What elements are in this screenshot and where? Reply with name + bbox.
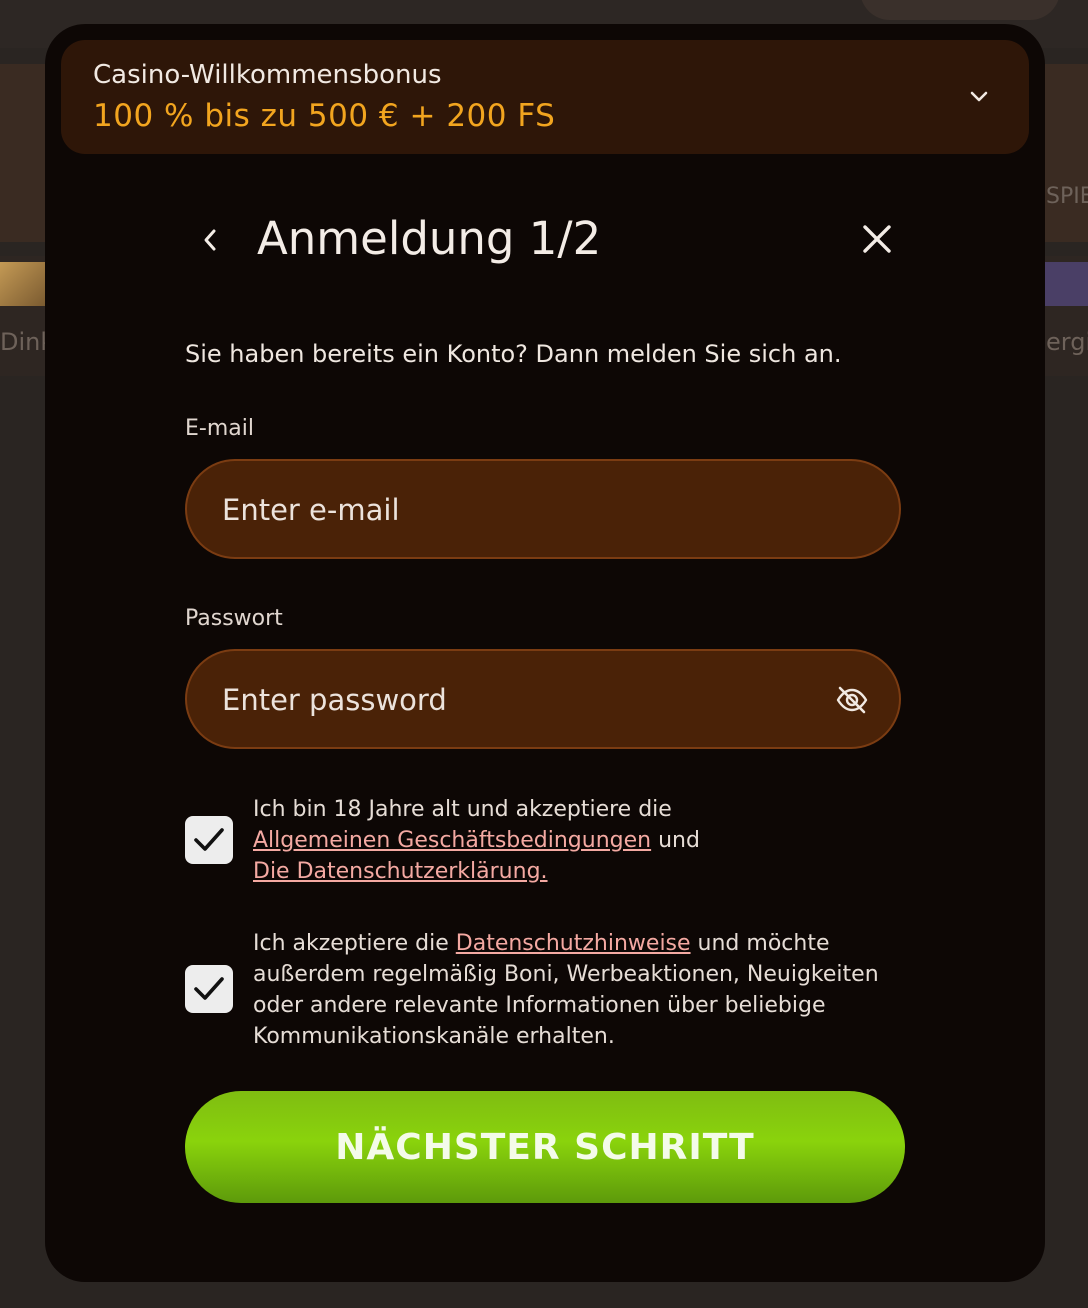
terms-link[interactable]: Allgemeinen Geschäftsbedingungen (253, 828, 651, 853)
consent-text: Ich akzeptiere die (253, 931, 449, 956)
background-header-button (860, 0, 1060, 20)
marketing-checkbox[interactable] (185, 965, 233, 1013)
consent-text: Ich bin 18 Jahre alt und akzeptiere die (253, 797, 672, 822)
next-step-button[interactable]: NÄCHSTER SCHRITT (185, 1091, 905, 1203)
background-text-fragment: ergi (1046, 328, 1088, 356)
password-label: Passwort (185, 606, 283, 631)
email-label: E-mail (185, 416, 254, 441)
background-text-fragment: SPIE (1046, 184, 1088, 209)
privacy-notice-link[interactable]: Datenschutzhinweise (456, 931, 691, 956)
background-game-thumbnail (1042, 262, 1088, 306)
email-field[interactable] (220, 461, 824, 559)
privacy-policy-link[interactable]: Die Datenschutzerklärung. (253, 859, 548, 884)
login-prompt: Sie haben bereits ein Konto? Dann melden… (185, 340, 842, 368)
password-field[interactable] (220, 651, 824, 749)
back-button[interactable] (195, 220, 225, 260)
email-field-wrapper (185, 459, 901, 559)
checkmark-icon (194, 828, 224, 851)
close-icon[interactable] (860, 222, 894, 256)
eye-off-icon[interactable] (835, 683, 869, 717)
terms-checkbox[interactable] (185, 816, 233, 864)
bonus-value: 100 % bis zu 500 € + 200 FS (93, 98, 556, 134)
checkmark-icon (194, 977, 224, 1000)
chevron-down-icon[interactable] (967, 84, 991, 108)
welcome-bonus-banner[interactable]: Casino-Willkommensbonus 100 % bis zu 500… (61, 40, 1029, 154)
marketing-consent-text: Ich akzeptiere die Datenschutzhinweise u… (253, 928, 903, 1052)
page-title: Anmeldung 1/2 (257, 212, 602, 265)
background-game-thumbnail (0, 262, 46, 306)
chevron-left-icon (204, 229, 216, 251)
password-field-wrapper (185, 649, 901, 749)
consent-text: und (658, 828, 700, 853)
terms-consent-text: Ich bin 18 Jahre alt und akzeptiere die … (253, 794, 903, 887)
bonus-title: Casino-Willkommensbonus (93, 60, 442, 90)
registration-modal: Casino-Willkommensbonus 100 % bis zu 500… (45, 24, 1045, 1282)
